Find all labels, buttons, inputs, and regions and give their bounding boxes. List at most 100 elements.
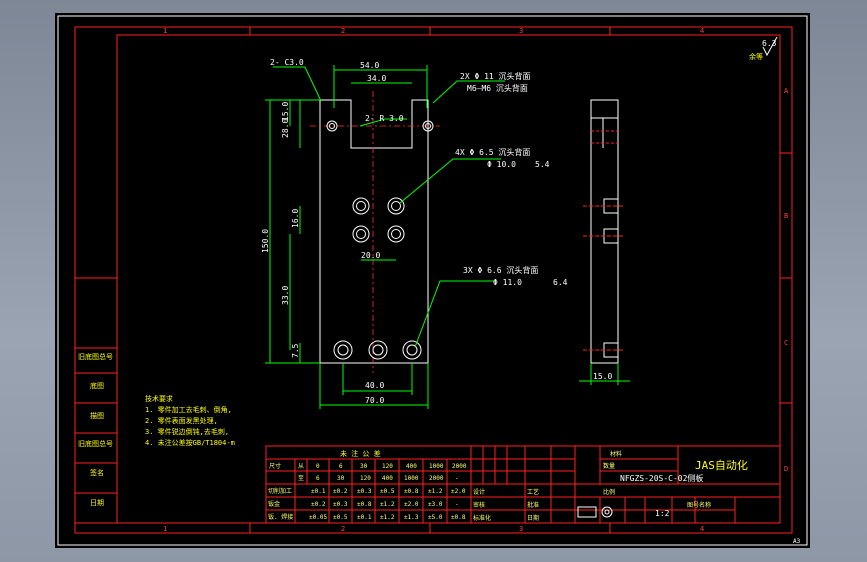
svg-text:M6—M6 沉头背面: M6—M6 沉头背面 <box>467 83 528 93</box>
svg-text:±0.8: ±0.8 <box>357 501 372 508</box>
front-view <box>310 91 440 373</box>
projection-symbol-icon <box>577 506 613 518</box>
svg-text:标准化: 标准化 <box>473 514 491 522</box>
svg-text:描图: 描图 <box>90 411 104 420</box>
svg-text:40.0: 40.0 <box>365 381 384 390</box>
svg-text:图号名称: 图号名称 <box>687 501 711 509</box>
svg-text:Φ 11.0: Φ 11.0 <box>493 278 522 287</box>
svg-text:2- R 3.0: 2- R 3.0 <box>365 114 404 123</box>
grid-right-c: C <box>784 339 788 347</box>
svg-text:1000: 1000 <box>404 475 419 482</box>
svg-text:15.0: 15.0 <box>281 102 290 121</box>
svg-text:20.0: 20.0 <box>361 251 380 260</box>
svg-text:材料: 材料 <box>610 450 622 458</box>
svg-text:6.3: 6.3 <box>762 39 777 48</box>
inner-frame <box>116 34 781 524</box>
grid-bottom-1: 1 <box>163 525 167 533</box>
svg-text:1. 零件加工去毛刺、倒角,: 1. 零件加工去毛刺、倒角, <box>145 405 232 414</box>
grid-top-1: 1 <box>163 27 167 35</box>
svg-text:±2.0: ±2.0 <box>451 488 466 495</box>
svg-text:±1.3: ±1.3 <box>404 514 419 521</box>
svg-text:33.0: 33.0 <box>281 286 290 305</box>
svg-text:±0.3: ±0.3 <box>333 501 348 508</box>
svg-text:2000: 2000 <box>452 463 467 470</box>
svg-text:54.0: 54.0 <box>360 61 379 70</box>
svg-text:余等: 余等 <box>749 52 763 61</box>
svg-text:切削加工: 切削加工 <box>268 487 292 495</box>
svg-text:400: 400 <box>406 463 417 470</box>
side-view: 15.0 <box>579 99 630 385</box>
drawing-canvas: 1 2 3 4 1 2 3 4 A B C D 6.3 余等 旧底图总号 底图 … <box>57 15 808 546</box>
svg-text:2- C3.0: 2- C3.0 <box>270 58 304 67</box>
svg-text:2000: 2000 <box>429 475 444 482</box>
svg-text:70.0: 70.0 <box>365 396 384 405</box>
svg-text:未 注 公 差: 未 注 公 差 <box>340 449 381 458</box>
svg-text:6: 6 <box>339 463 343 470</box>
svg-text:±0.5: ±0.5 <box>333 514 348 521</box>
svg-text:-: - <box>455 475 459 482</box>
svg-text:4. 未注公差按GB/T1804-m: 4. 未注公差按GB/T1804-m <box>145 438 235 447</box>
drawing-sheet: 1 2 3 4 1 2 3 4 A B C D 6.3 余等 旧底图总号 底图 … <box>55 13 810 548</box>
grid-right-a: A <box>784 87 789 95</box>
sheet-size: A3 <box>793 538 801 545</box>
svg-text:±0.2: ±0.2 <box>311 501 326 508</box>
svg-text:日期: 日期 <box>90 499 104 507</box>
grid-top-3: 3 <box>519 27 523 35</box>
svg-text:30: 30 <box>360 463 368 470</box>
svg-text:至: 至 <box>298 475 304 482</box>
svg-text:16.0: 16.0 <box>291 209 300 228</box>
svg-text:1000: 1000 <box>429 463 444 470</box>
grid-bottom-2: 2 <box>341 525 345 533</box>
svg-text:6: 6 <box>316 475 320 482</box>
svg-text:±1.2: ±1.2 <box>428 488 443 495</box>
svg-text:400: 400 <box>382 475 393 482</box>
svg-text:旧底图总号: 旧底图总号 <box>78 352 113 361</box>
svg-text:6.4: 6.4 <box>553 278 568 287</box>
svg-text:7.5: 7.5 <box>291 343 300 358</box>
svg-text:±2.0: ±2.0 <box>404 501 419 508</box>
grid-bottom-4: 4 <box>700 525 704 533</box>
svg-text:旧底图总号: 旧底图总号 <box>78 439 113 448</box>
svg-text:钣金: 钣金 <box>268 500 280 508</box>
svg-text:±1.2: ±1.2 <box>380 501 395 508</box>
svg-text:±0.8: ±0.8 <box>451 514 466 521</box>
grid-top-2: 2 <box>341 27 345 35</box>
svg-text:从: 从 <box>298 463 304 470</box>
grid-right-b: B <box>784 212 788 220</box>
company-name: JAS自动化 <box>695 458 748 472</box>
svg-text:±0.8: ±0.8 <box>404 488 419 495</box>
svg-text:3X Φ 6.6 沉头背面: 3X Φ 6.6 沉头背面 <box>463 265 538 275</box>
svg-text:±0.3: ±0.3 <box>357 488 372 495</box>
svg-text:3. 零件锐边倒钝,去毛刺,: 3. 零件锐边倒钝,去毛刺, <box>145 427 229 436</box>
svg-text:±0.05: ±0.05 <box>309 514 327 521</box>
hole-callouts: 2X Φ 11 沉头背面 M6—M6 沉头背面 4X Φ 6.5 沉头背面 Φ … <box>455 71 568 287</box>
svg-text:2X Φ 11 沉头背面: 2X Φ 11 沉头背面 <box>460 71 531 81</box>
svg-text:±0.2: ±0.2 <box>333 488 348 495</box>
svg-text:0: 0 <box>316 463 320 470</box>
svg-text:120: 120 <box>382 463 393 470</box>
svg-text:±3.0: ±3.0 <box>428 501 443 508</box>
svg-text:4X Φ 6.5 沉头背面: 4X Φ 6.5 沉头背面 <box>455 147 530 157</box>
svg-text:工艺: 工艺 <box>527 488 539 496</box>
svg-text:±0.1: ±0.1 <box>311 488 326 495</box>
grid-bottom-3: 3 <box>519 525 523 533</box>
svg-text:±0.1: ±0.1 <box>357 514 372 521</box>
svg-text:30: 30 <box>337 475 345 482</box>
svg-text:审核: 审核 <box>473 501 485 509</box>
svg-text:-: - <box>455 501 459 508</box>
grid-top-4: 4 <box>700 27 704 35</box>
svg-text:Φ 10.0: Φ 10.0 <box>487 160 516 169</box>
svg-text:±1.2: ±1.2 <box>380 514 395 521</box>
svg-text:34.0: 34.0 <box>367 74 386 83</box>
svg-text:±5.0: ±5.0 <box>428 514 443 521</box>
svg-text:钣. 焊接: 钣. 焊接 <box>268 513 293 521</box>
tolerance-table: 未 注 公 差 尺寸 从 0 6 30 120 400 1000 2000 至 … <box>265 445 472 524</box>
svg-text:数量: 数量 <box>603 462 615 470</box>
svg-text:比例: 比例 <box>603 488 615 496</box>
title-block: JAS自动化 NFGZS-20S-C-02侧板 材料 数量 比例 设计 审核 标… <box>470 445 781 524</box>
svg-text:底图: 底图 <box>90 381 104 390</box>
grid-right-d: D <box>784 465 788 473</box>
svg-text:签名: 签名 <box>90 468 104 477</box>
svg-text:150.0: 150.0 <box>261 229 270 253</box>
svg-text:120: 120 <box>360 475 371 482</box>
